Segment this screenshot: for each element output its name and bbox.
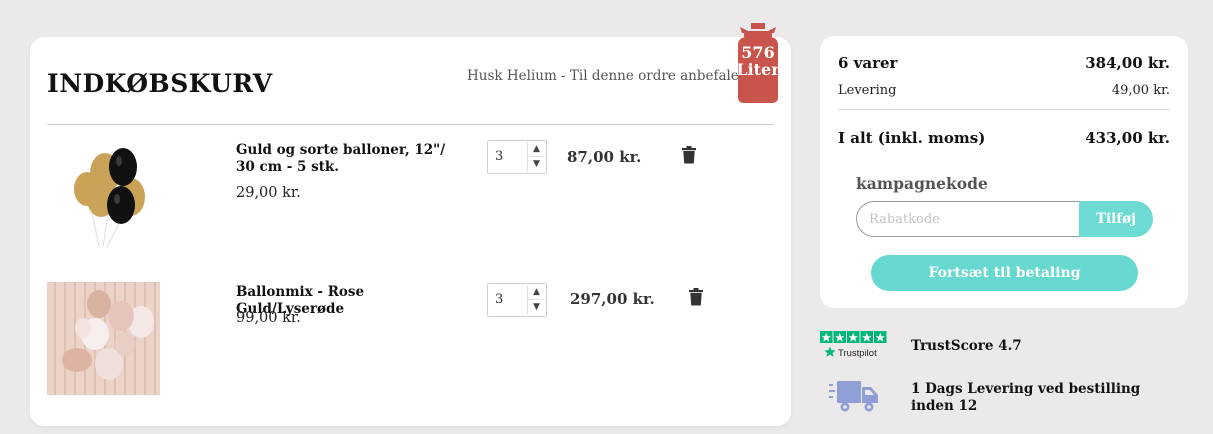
stepper-controls[interactable]: ▲ ▼ — [527, 285, 545, 315]
delivery-truck-icon — [829, 378, 881, 414]
delivery-promise: 1 Dags Levering ved bestilling inden 12 — [911, 381, 1141, 414]
delivery-label: Levering — [838, 83, 897, 98]
item-unit-price: 99,00 kr. — [236, 310, 301, 326]
helium-tank-icon[interactable]: 576 Liter — [734, 21, 782, 105]
quantity-stepper[interactable]: 3 ▲ ▼ — [487, 140, 547, 174]
item-name[interactable]: Guld og sorte balloner, 12"/ 30 cm - 5 s… — [236, 142, 461, 176]
items-subtotal-value: 384,00 kr. — [1085, 54, 1170, 72]
checkout-button[interactable]: Fortsæt til betaling — [871, 255, 1138, 291]
trustpilot-logo[interactable]: Trustpilot — [820, 331, 888, 361]
apply-coupon-button[interactable]: Tilføj — [1079, 201, 1153, 237]
coupon-label: kampagnekode — [856, 174, 988, 193]
page: INDKØBSKURV Husk Helium - Til denne ordr… — [0, 0, 1213, 434]
cart-card: INDKØBSKURV Husk Helium - Til denne ordr… — [30, 23, 791, 426]
gold-black-balloons-image[interactable] — [47, 137, 160, 250]
summary-divider — [838, 109, 1170, 110]
trustpilot-label: Trustpilot — [838, 348, 877, 359]
trustscore: TrustScore 4.7 — [911, 338, 1022, 354]
delivery-price: 49,00 kr. — [1111, 83, 1170, 98]
helium-unit: Liter — [736, 60, 780, 79]
quantity-value[interactable]: 3 — [495, 292, 503, 307]
decrease-arrow-icon[interactable]: ▼ — [528, 157, 545, 172]
coupon-input[interactable] — [856, 201, 1116, 237]
cart-divider — [47, 124, 774, 125]
quantity-stepper[interactable]: 3 ▲ ▼ — [487, 283, 547, 317]
rose-gold-balloon-mix-image[interactable] — [47, 282, 160, 395]
items-count-label: 6 varer — [838, 54, 898, 72]
helium-amount: 576 — [741, 43, 775, 62]
trash-icon[interactable] — [681, 146, 697, 164]
decrease-arrow-icon[interactable]: ▼ — [528, 300, 545, 315]
order-summary-card: 6 varer 384,00 kr. Levering 49,00 kr. I … — [820, 36, 1188, 308]
total-label: I alt (inkl. moms) — [838, 129, 986, 147]
item-line-total: 297,00 kr. — [570, 290, 655, 308]
trash-icon[interactable] — [688, 288, 704, 306]
increase-arrow-icon[interactable]: ▲ — [528, 285, 545, 300]
stepper-controls[interactable]: ▲ ▼ — [527, 142, 545, 172]
item-unit-price: 29,00 kr. — [236, 185, 301, 201]
total-value: 433,00 kr. — [1085, 129, 1170, 147]
increase-arrow-icon[interactable]: ▲ — [528, 142, 545, 157]
helium-hint: Husk Helium - Til denne ordre anbefales — [467, 68, 746, 84]
cart-title: INDKØBSKURV — [47, 69, 273, 98]
item-line-total: 87,00 kr. — [567, 148, 642, 166]
quantity-value[interactable]: 3 — [495, 149, 503, 164]
